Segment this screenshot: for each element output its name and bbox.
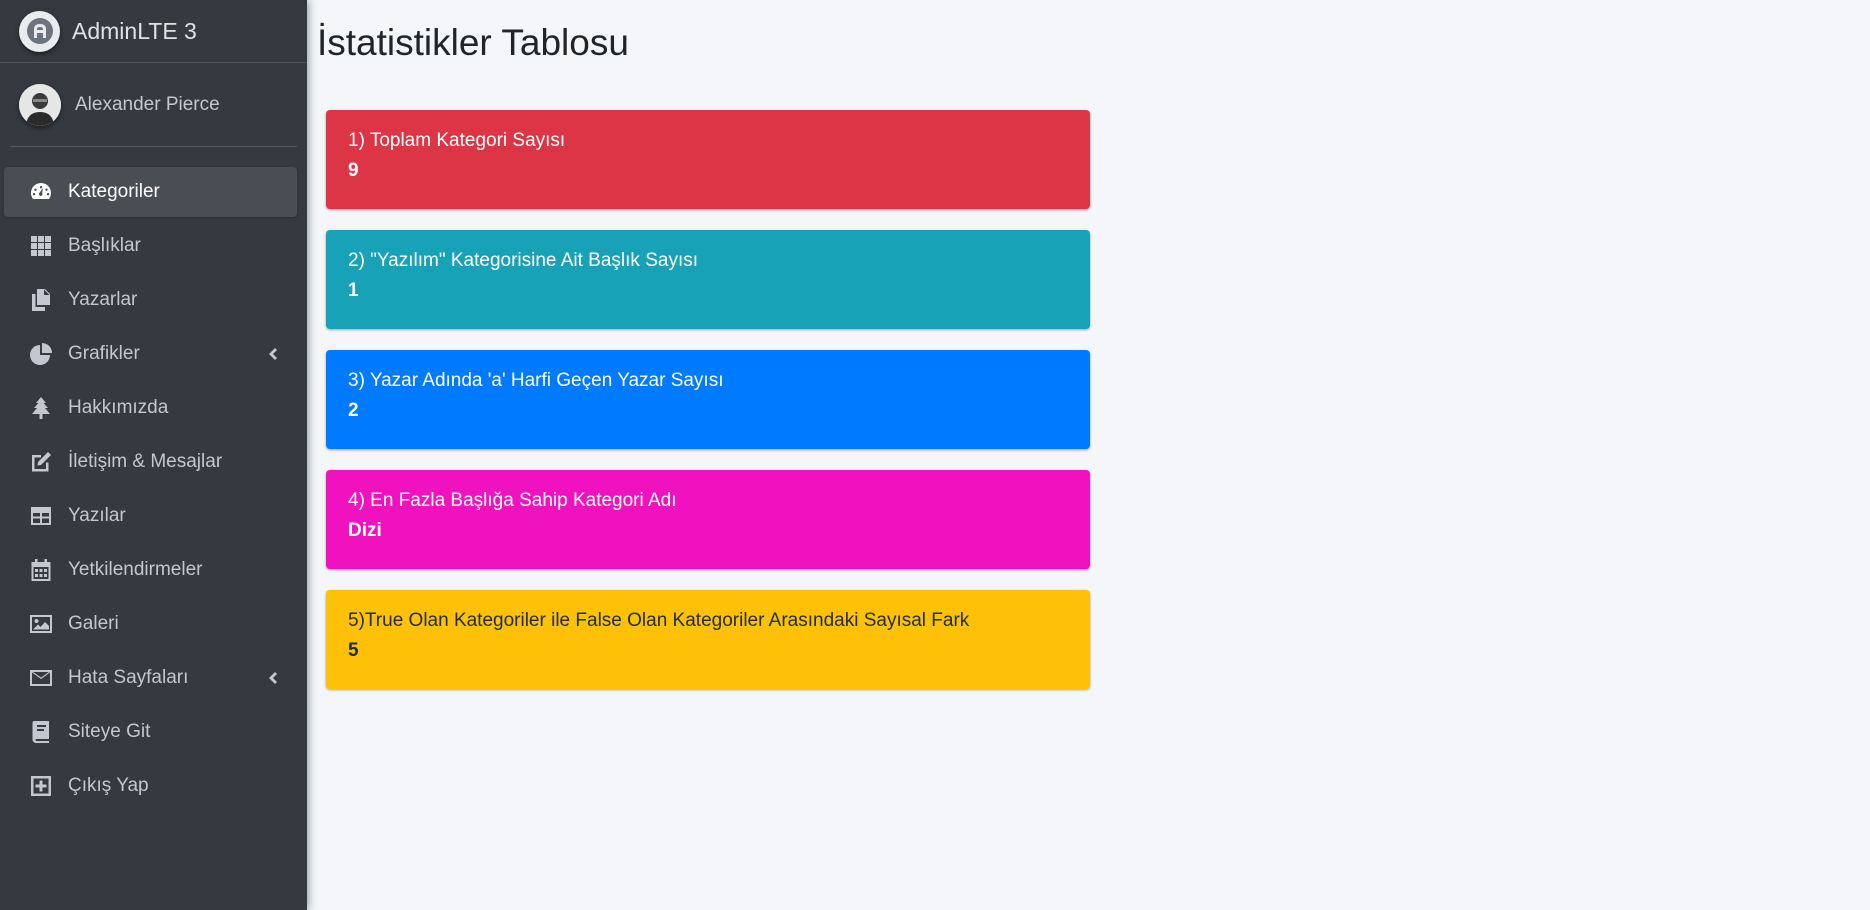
sidebar-item-basliklar[interactable]: Başlıklar (4, 221, 297, 271)
sidebar-item-label: Yazılar (68, 505, 126, 526)
chart-pie-icon (28, 341, 54, 367)
table-icon (28, 503, 54, 529)
envelope-icon (28, 665, 54, 691)
plus-square-icon (28, 773, 54, 799)
sidebar-item-label: Yetkilendirmeler (68, 559, 203, 580)
stat-box-true-false-diff: 5)True Olan Kategoriler ile False Olan K… (326, 590, 1090, 689)
sidebar-item-label: Hakkımızda (68, 397, 169, 418)
sidebar-item-galeri[interactable]: Galeri (4, 599, 297, 649)
sidebar-item-kategoriler[interactable]: Kategoriler (4, 167, 297, 217)
chevron-left-icon[interactable] (265, 346, 279, 362)
stat-value: 2 (348, 400, 359, 421)
sidebar-item-label: Grafikler (68, 343, 140, 364)
edit-icon (28, 449, 54, 475)
calendar-icon (28, 557, 54, 583)
sidebar-item-yetkilendirmeler[interactable]: Yetkilendirmeler (4, 545, 297, 595)
stat-title: 5)True Olan Kategoriler ile False Olan K… (348, 610, 970, 631)
page-title: İstatistikler Tablosu (317, 22, 629, 63)
stat-value: Dizi (348, 520, 382, 541)
sidebar-item-label: Galeri (68, 613, 119, 634)
stat-title: 1) Toplam Kategori Sayısı (348, 130, 566, 151)
sidebar-item-iletisim[interactable]: İletişim & Mesajlar (4, 437, 297, 487)
sidebar-item-hata-sayfalari[interactable]: Hata Sayfaları (4, 653, 297, 703)
grid-icon (28, 233, 54, 259)
tachometer-icon (28, 179, 54, 205)
sidebar-item-label: Hata Sayfaları (68, 667, 189, 688)
sidebar-item-siteye-git[interactable]: Siteye Git (4, 707, 297, 757)
sidebar-item-grafikler[interactable]: Grafikler (4, 329, 297, 379)
brand-link[interactable]: AdminLTE 3 (0, 0, 307, 63)
sidebar: AdminLTE 3 Alexander Pierce Kategoriler … (0, 0, 307, 910)
sidebar-item-label: Siteye Git (68, 721, 151, 742)
sidebar-item-yazarlar[interactable]: Yazarlar (4, 275, 297, 325)
sidebar-item-cikis-yap[interactable]: Çıkış Yap (4, 761, 297, 811)
chevron-left-icon[interactable] (265, 670, 279, 686)
stat-title: 4) En Fazla Başlığa Sahip Kategori Adı (348, 490, 677, 511)
stat-value: 9 (348, 160, 359, 181)
stat-title: 2) "Yazılım" Kategorisine Ait Başlık Say… (348, 250, 698, 271)
sidebar-item-label: Yazarlar (68, 289, 138, 310)
stat-box-software-heading-count: 2) "Yazılım" Kategorisine Ait Başlık Say… (326, 230, 1090, 329)
user-panel[interactable]: Alexander Pierce (10, 63, 297, 147)
content-wrapper: İstatistikler Tablosu 1) Toplam Kategori… (307, 0, 1870, 910)
stat-value: 1 (348, 280, 359, 301)
sidebar-item-yazilar[interactable]: Yazılar (4, 491, 297, 541)
adminlte-logo-icon (19, 10, 60, 52)
stat-value: 5 (348, 640, 359, 661)
sidebar-item-label: Kategoriler (68, 181, 160, 202)
stat-title: 3) Yazar Adında 'a' Harfi Geçen Yazar Sa… (348, 370, 724, 391)
stat-box-top-category: 4) En Fazla Başlığa Sahip Kategori Adı D… (326, 470, 1090, 569)
avatar (19, 83, 61, 126)
sidebar-nav: Kategoriler Başlıklar Yazarlar Grafikler (0, 147, 307, 811)
sidebar-item-label: Çıkış Yap (68, 775, 149, 796)
sidebar-item-hakkimizda[interactable]: Hakkımızda (4, 383, 297, 433)
book-icon (28, 719, 54, 745)
sidebar-item-label: Başlıklar (68, 235, 141, 256)
image-icon (28, 611, 54, 637)
stat-box-category-count: 1) Toplam Kategori Sayısı 9 (326, 110, 1090, 209)
brand-title: AdminLTE 3 (72, 17, 197, 44)
copy-icon (28, 287, 54, 313)
tree-icon (28, 395, 54, 421)
user-name: Alexander Pierce (75, 93, 220, 115)
sidebar-item-label: İletişim & Mesajlar (68, 451, 223, 472)
stat-box-author-a-count: 3) Yazar Adında 'a' Harfi Geçen Yazar Sa… (326, 350, 1090, 449)
